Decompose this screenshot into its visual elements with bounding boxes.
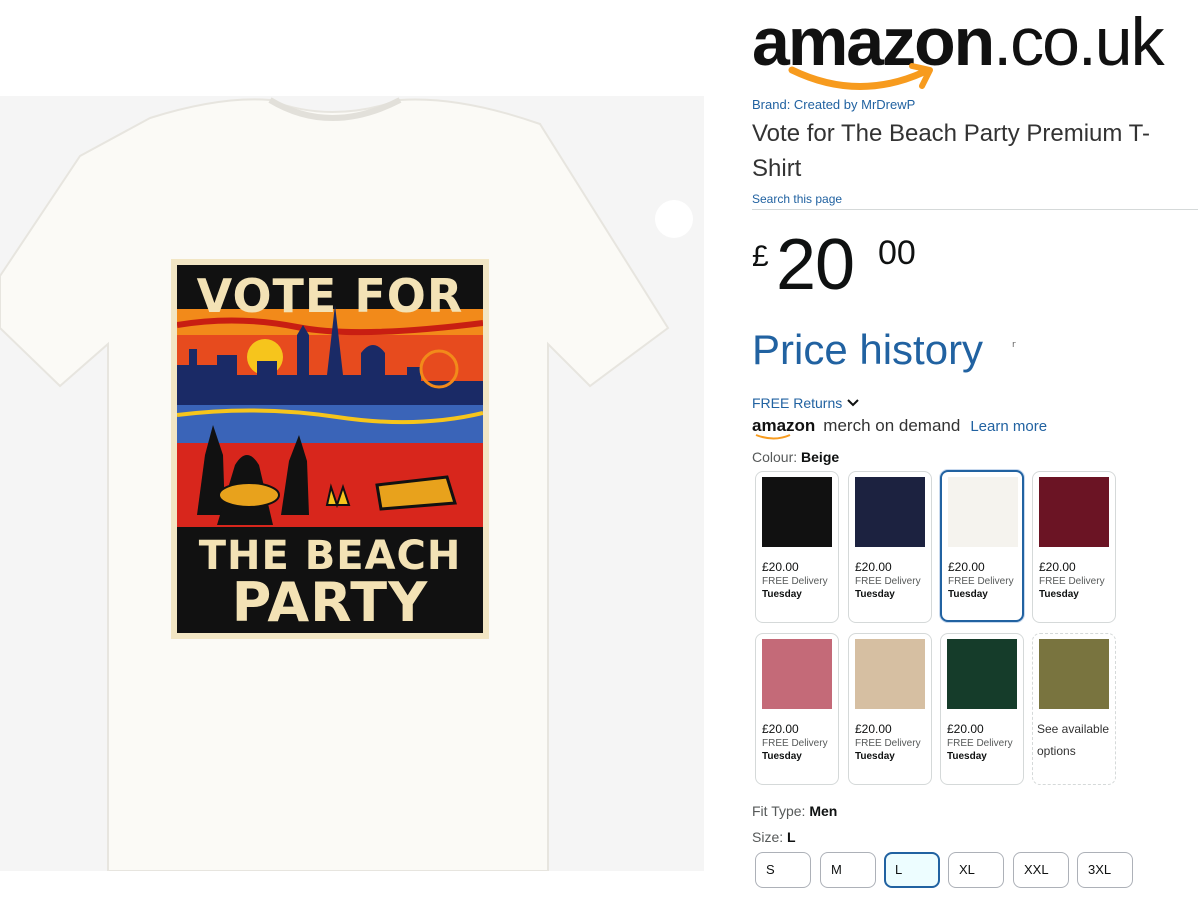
price-fraction: 00 (878, 234, 916, 272)
swatch-price: £20.00 (947, 722, 984, 736)
free-returns-link[interactable]: FREE Returns (752, 395, 860, 411)
colour-label: Colour: Beige (752, 449, 839, 465)
swatch-delivery: FREE Delivery (762, 738, 828, 749)
swatch-delivery-day: Tuesday (947, 751, 987, 762)
swatch-delivery: FREE Delivery (1039, 576, 1105, 587)
swatch-price: £20.00 (855, 560, 892, 574)
swatch-price: £20.00 (1039, 560, 1076, 574)
free-returns-label: FREE Returns (752, 395, 843, 411)
swatch-delivery-day: Tuesday (855, 751, 895, 762)
swatch-delivery-day: Tuesday (948, 589, 988, 600)
size-option-m[interactable]: M (820, 852, 876, 888)
fit-type-label-text: Fit Type: (752, 803, 810, 819)
swatch-price: £20.00 (855, 722, 892, 736)
colour-selected-value: Beige (801, 449, 840, 465)
swatch-image (1039, 477, 1109, 547)
shirt-print-design: VOTE FOR THE BEACH PARTY (171, 259, 489, 639)
swatch-delivery: FREE Delivery (855, 576, 921, 587)
swatch-delivery-day: Tuesday (762, 589, 802, 600)
colour-swatch-green[interactable]: £20.00 FREE Delivery Tuesday (940, 633, 1024, 785)
size-option-s[interactable]: S (755, 852, 811, 888)
swatch-delivery: FREE Delivery (762, 576, 828, 587)
divider (752, 209, 1198, 210)
price-whole: 20 (776, 225, 855, 305)
swatch-price: £20.00 (948, 560, 985, 574)
swatch-delivery: FREE Delivery (855, 738, 921, 749)
colour-swatch-pink[interactable]: £20.00 FREE Delivery Tuesday (755, 633, 839, 785)
swatch-delivery-day: Tuesday (855, 589, 895, 600)
colour-swatch-black[interactable]: £20.00 FREE Delivery Tuesday (755, 471, 839, 623)
product-title: Vote for The Beach Party Premium T-Shirt (752, 120, 1150, 182)
merch-amazon-logo: amazon (752, 416, 815, 440)
fit-type-label: Fit Type: Men (752, 803, 837, 819)
swatch-delivery-day: Tuesday (1039, 589, 1079, 600)
search-page-link[interactable]: Search this page (752, 192, 842, 206)
amazon-logo[interactable]: amazon.co.uk (752, 4, 1182, 96)
see-available-options: See available options (1037, 722, 1110, 758)
chevron-down-icon (847, 399, 859, 407)
design-title-top: VOTE FOR (196, 269, 464, 323)
size-option-3xl[interactable]: 3XL (1077, 852, 1133, 888)
swatch-delivery: FREE Delivery (947, 738, 1013, 749)
swatch-delivery-day: Tuesday (762, 751, 802, 762)
merch-smile-icon (755, 434, 791, 440)
swatch-image (855, 477, 925, 547)
size-option-xxl[interactable]: XXL (1013, 852, 1069, 888)
size-label: Size: L (752, 829, 796, 845)
colour-swatch-tan[interactable]: £20.00 FREE Delivery Tuesday (848, 633, 932, 785)
swatch-delivery: FREE Delivery (948, 576, 1014, 587)
swatch-image (1039, 639, 1109, 709)
colour-swatch-olive[interactable]: See available options (1032, 633, 1116, 785)
brand-link[interactable]: Brand: Created by MrDrewP (752, 97, 915, 112)
colour-swatch-navy[interactable]: £20.00 FREE Delivery Tuesday (848, 471, 932, 623)
design-title-bottom: PARTY (231, 571, 429, 633)
swatch-image (855, 639, 925, 709)
swatch-price: £20.00 (762, 722, 799, 736)
fit-type-value: Men (809, 803, 838, 819)
colour-swatch-beige[interactable]: £20.00 FREE Delivery Tuesday (940, 470, 1024, 622)
colour-label-text: Colour: (752, 449, 802, 465)
merch-on-demand: amazon merch on demand Learn more (752, 416, 1047, 440)
merch-text: merch on demand (823, 416, 961, 435)
swatch-price: £20.00 (762, 560, 799, 574)
price-symbol: £ (752, 240, 769, 273)
swatch-image (947, 639, 1017, 709)
zoom-toggle[interactable] (655, 200, 693, 238)
size-option-xl[interactable]: XL (948, 852, 1004, 888)
smile-arrow-icon (788, 63, 933, 90)
learn-more-link[interactable]: Learn more (970, 418, 1047, 435)
size-option-l[interactable]: L (884, 852, 940, 888)
swatch-image (762, 477, 832, 547)
colour-swatch-maroon[interactable]: £20.00 FREE Delivery Tuesday (1032, 471, 1116, 623)
size-label-text: Size: (752, 829, 788, 845)
size-value: L (787, 829, 796, 845)
swatch-image (762, 639, 832, 709)
price-history-mark: r (1012, 340, 1016, 350)
price-history-link[interactable]: Price history (752, 326, 983, 374)
logo-tld: .co.uk (993, 4, 1164, 80)
swatch-image (948, 477, 1018, 547)
